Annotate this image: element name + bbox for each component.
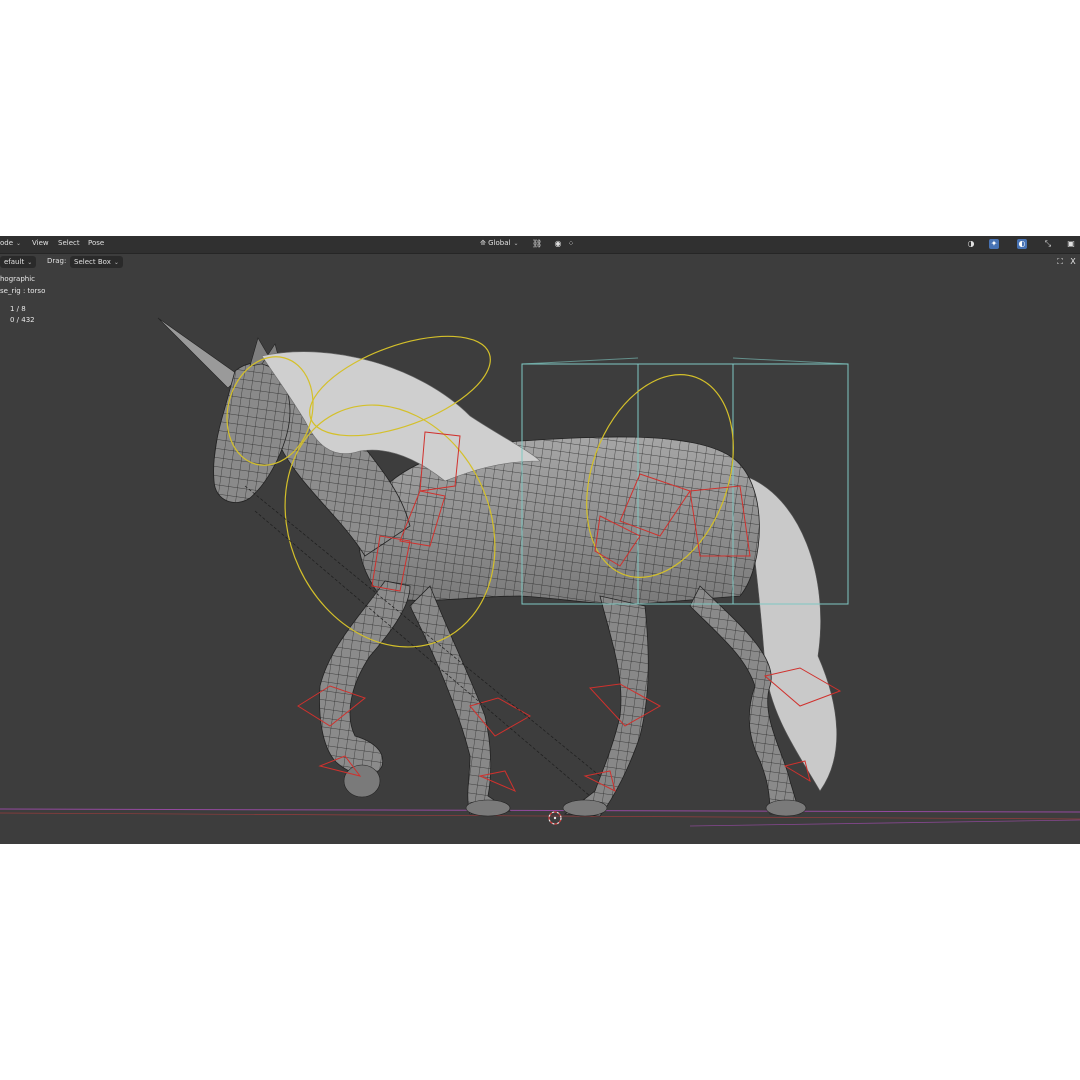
proportional-icon[interactable]: ⁘ <box>566 239 576 249</box>
gizmo-icon[interactable]: ✦ <box>989 239 999 249</box>
xray-icon[interactable]: ⤡ <box>1043 239 1053 249</box>
tool-settings-icon[interactable]: ⛶ <box>1055 257 1065 267</box>
object-name: se_rig : torso <box>0 287 46 295</box>
tool-settings-bar: efault ⌄ Drag: Select Box ⌄ ⛶ X <box>0 254 1080 270</box>
viewport-header: ode ⌄ View Select Pose ⟰ Global ⌄ ⛓ ◉ ⁘ ◑ … <box>0 236 1080 254</box>
transform-orientation-icon: ⟰ <box>480 239 486 247</box>
orientation-selector[interactable]: ⟰ Global ⌄ <box>480 239 518 247</box>
drag-value: Select Box <box>74 258 111 266</box>
unicorn-rig-scene[interactable] <box>0 236 1080 844</box>
chevron-down-icon: ⌄ <box>16 240 22 247</box>
close-icon[interactable]: X <box>1068 257 1078 267</box>
mode-selector[interactable]: ode ⌄ <box>0 239 21 247</box>
drag-label: Drag: <box>47 257 67 265</box>
drag-dropdown[interactable]: Select Box ⌄ <box>70 256 123 268</box>
transform-pivot-icon[interactable]: ⛓ <box>532 239 542 249</box>
chevron-down-icon: ⌄ <box>513 240 519 247</box>
chevron-down-icon: ⌄ <box>27 259 33 266</box>
preset-label: efault <box>4 258 25 266</box>
3d-viewport[interactable]: ode ⌄ View Select Pose ⟰ Global ⌄ ⛓ ◉ ⁘ ◑ … <box>0 236 1080 844</box>
stat-vertices: 0 / 432 <box>10 316 35 324</box>
3d-cursor[interactable] <box>548 811 562 825</box>
stat-bones: 1 / 8 <box>10 305 26 313</box>
visibility-icon[interactable]: ◑ <box>966 239 976 249</box>
menu-view[interactable]: View <box>32 239 49 247</box>
snap-icon[interactable]: ◉ <box>553 239 563 249</box>
overlay-icon[interactable]: ◐ <box>1017 239 1027 249</box>
shading-icon[interactable]: ▣ <box>1066 239 1076 249</box>
menu-select[interactable]: Select <box>58 239 80 247</box>
floor-grid <box>0 808 1080 827</box>
unicorn-mesh[interactable] <box>157 317 838 817</box>
view-name: hographic <box>0 275 36 283</box>
menu-pose[interactable]: Pose <box>88 239 104 247</box>
mode-label: ode <box>0 239 14 247</box>
preset-dropdown[interactable]: efault ⌄ <box>0 256 37 268</box>
chevron-down-icon: ⌄ <box>113 259 119 266</box>
orientation-label: Global <box>488 239 511 247</box>
